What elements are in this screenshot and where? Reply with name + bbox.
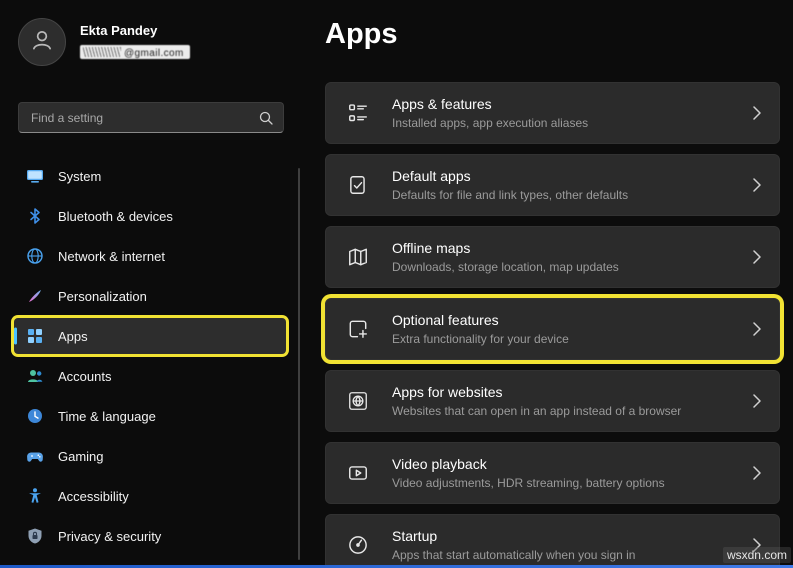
sidebar-item-accounts[interactable]: Accounts — [14, 358, 286, 394]
sidebar-item-personalization[interactable]: Personalization — [14, 278, 286, 314]
settings-card-apps-for-websites[interactable]: Apps for websites Websites that can open… — [325, 370, 780, 432]
sidebar-item-label: Bluetooth & devices — [58, 209, 173, 224]
settings-card-list: Apps & features Installed apps, app exec… — [325, 82, 780, 568]
card-subtitle: Defaults for file and link types, other … — [392, 188, 628, 202]
sidebar-item-label: Accessibility — [58, 489, 129, 504]
chevron-right-icon — [753, 178, 761, 192]
chevron-right-icon — [753, 250, 761, 264]
sidebar-item-accessibility[interactable]: Accessibility — [14, 478, 286, 514]
sidebar-item-system[interactable]: System — [14, 158, 286, 194]
card-subtitle: Apps that start automatically when you s… — [392, 548, 635, 562]
card-subtitle: Installed apps, app execution aliases — [392, 116, 588, 130]
personalization-icon — [26, 287, 44, 305]
accounts-icon — [26, 367, 44, 385]
page-title: Apps — [325, 18, 398, 51]
search-box — [18, 102, 284, 133]
privacy-security-icon — [26, 527, 44, 545]
card-title: Startup — [392, 528, 635, 544]
sidebar-item-bluetooth-devices[interactable]: Bluetooth & devices — [14, 198, 286, 234]
chevron-right-icon — [753, 466, 761, 480]
card-title: Offline maps — [392, 240, 619, 256]
network-icon — [26, 247, 44, 265]
startup-icon — [346, 533, 370, 557]
sidebar-item-time-language[interactable]: Time & language — [14, 398, 286, 434]
settings-card-default-apps[interactable]: Default apps Defaults for file and link … — [325, 154, 780, 216]
card-title: Apps & features — [392, 96, 588, 112]
settings-card-optional-features[interactable]: Optional features Extra functionality fo… — [325, 298, 780, 360]
settings-card-offline-maps[interactable]: Offline maps Downloads, storage location… — [325, 226, 780, 288]
apps-icon — [26, 327, 44, 345]
sidebar-item-gaming[interactable]: Gaming — [14, 438, 286, 474]
card-title: Default apps — [392, 168, 628, 184]
settings-card-startup[interactable]: Startup Apps that start automatically wh… — [325, 514, 780, 568]
selected-accent-bar — [14, 328, 17, 345]
system-icon — [26, 167, 44, 185]
gaming-icon — [26, 447, 44, 465]
sidebar-item-label: Personalization — [58, 289, 147, 304]
card-text: Startup Apps that start automatically wh… — [392, 528, 635, 562]
chevron-right-icon — [753, 106, 761, 120]
sidebar-item-label: System — [58, 169, 101, 184]
sidebar-item-network-internet[interactable]: Network & internet — [14, 238, 286, 274]
apps-features-icon — [346, 101, 370, 125]
person-icon — [29, 27, 55, 58]
card-subtitle: Websites that can open in an app instead… — [392, 404, 681, 418]
email-scribble: @gmail.com — [80, 45, 190, 59]
optional-features-icon — [346, 317, 370, 341]
user-email-redacted: @gmail.com — [80, 43, 190, 61]
sidebar-nav: System Bluetooth & devices Network & int… — [14, 158, 286, 558]
card-text: Default apps Defaults for file and link … — [392, 168, 628, 202]
settings-card-video-playback[interactable]: Video playback Video adjustments, HDR st… — [325, 442, 780, 504]
sidebar-item-label: Accounts — [58, 369, 111, 384]
card-subtitle: Video adjustments, HDR streaming, batter… — [392, 476, 665, 490]
card-subtitle: Extra functionality for your device — [392, 332, 569, 346]
sidebar-item-label: Privacy & security — [58, 529, 161, 544]
accessibility-icon — [26, 487, 44, 505]
card-text: Video playback Video adjustments, HDR st… — [392, 456, 665, 490]
sidebar-item-label: Gaming — [58, 449, 104, 464]
sidebar-item-apps[interactable]: Apps — [14, 318, 286, 354]
sidebar-item-label: Network & internet — [58, 249, 165, 264]
card-subtitle: Downloads, storage location, map updates — [392, 260, 619, 274]
offline-maps-icon — [346, 245, 370, 269]
chevron-right-icon — [753, 394, 761, 408]
watermark: wsxdn.com — [723, 547, 791, 563]
default-apps-icon — [346, 173, 370, 197]
card-text: Offline maps Downloads, storage location… — [392, 240, 619, 274]
search-icon[interactable] — [259, 111, 273, 125]
settings-window: Ekta Pandey @gmail.com System Bluetooth … — [0, 0, 793, 568]
user-name: Ekta Pandey — [80, 23, 190, 38]
card-title: Optional features — [392, 312, 569, 328]
card-text: Apps for websites Websites that can open… — [392, 384, 681, 418]
time-language-icon — [26, 407, 44, 425]
settings-card-apps-features[interactable]: Apps & features Installed apps, app exec… — [325, 82, 780, 144]
card-text: Apps & features Installed apps, app exec… — [392, 96, 588, 130]
bluetooth-icon — [26, 207, 44, 225]
sidebar-item-privacy-security[interactable]: Privacy & security — [14, 518, 286, 554]
apps-for-websites-icon — [346, 389, 370, 413]
sidebar-item-label: Apps — [58, 329, 88, 344]
card-title: Video playback — [392, 456, 665, 472]
video-playback-icon — [346, 461, 370, 485]
avatar[interactable] — [18, 18, 66, 66]
search-input[interactable] — [19, 111, 259, 125]
card-text: Optional features Extra functionality fo… — [392, 312, 569, 346]
sidebar-scrollbar[interactable] — [298, 168, 300, 560]
chevron-right-icon — [753, 322, 761, 336]
sidebar-item-label: Time & language — [58, 409, 156, 424]
card-title: Apps for websites — [392, 384, 681, 400]
user-text: Ekta Pandey @gmail.com — [80, 23, 190, 61]
user-account-block: Ekta Pandey @gmail.com — [18, 18, 190, 66]
email-visible-part: @gmail.com — [124, 48, 184, 59]
